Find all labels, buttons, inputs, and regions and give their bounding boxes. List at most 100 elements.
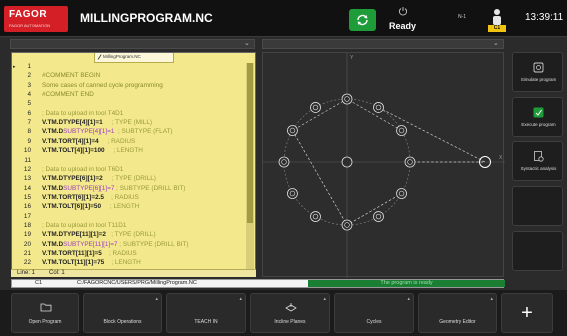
code-text: #COMMENT END (42, 91, 94, 99)
code-segment: ; LENGTH (101, 203, 140, 211)
refresh-icon (357, 14, 368, 26)
softkey-label: Cycles (366, 319, 382, 325)
softkey-more[interactable]: + (501, 293, 553, 333)
approach-path (378, 107, 486, 163)
sidekey-empty2[interactable] (512, 231, 563, 271)
toolpath-canvas: X Y (263, 53, 505, 278)
code-segment: #COMMENT BEGIN (42, 72, 101, 80)
code-segment: V.TM.TORT[11][1]=5 (42, 250, 102, 257)
drill-hole (396, 188, 407, 199)
sidekey-syntactic[interactable]: Syntactic analysis (512, 141, 563, 181)
softkey-teach-in[interactable]: TEACH IN ▴ (166, 293, 246, 333)
sidekey-empty1[interactable] (512, 186, 563, 226)
channel-n-label: N-1 (458, 14, 467, 20)
plane-icon (285, 303, 297, 312)
drill-hole (287, 188, 298, 199)
code-segment: V.TM.TORT[4][1]=4 (42, 137, 99, 145)
line-number: 11 (24, 156, 31, 164)
line-indicator: Line: 1 (17, 270, 36, 276)
line-number: 17 (23, 212, 31, 220)
col-indicator: Col: 1 (49, 270, 65, 276)
clock: 13:39:11 (525, 12, 564, 23)
code-text: V.TM.DSUBTYPE[6][1]=7 ; SUBTYPE (DRILL B… (42, 185, 185, 193)
cycle-start-button[interactable] (349, 9, 376, 31)
code-segment: ; TYPE (DRILL) (102, 175, 156, 183)
code-text: V.TM.DTYPE[6][1]=2 ; TYPE (DRILL) (42, 175, 156, 183)
softkey-label: Incline Planes (274, 319, 306, 325)
code-text: ; Data to upload in tool T6D1 (42, 166, 123, 174)
code-text: ; Data to upload in tool T4D1 (42, 110, 123, 118)
softkey-geometry-editor[interactable]: Geometry Editor ▴ (418, 293, 497, 333)
syntax-icon (534, 151, 544, 162)
line-number: 3 (27, 81, 31, 89)
path-bar: C1 C:/FAGORCNC/USERS/PRG/MillingProgram.… (11, 279, 505, 288)
editor-view-select[interactable]: ⌄ (10, 39, 255, 49)
editor-scroll-thumb[interactable] (247, 63, 253, 223)
code-text: V.TM.DTYPE[4][1]=1 ; TYPE (MILL) (42, 119, 152, 127)
drill-hole (278, 156, 290, 168)
code-segment: V.TM.D (42, 240, 64, 248)
submenu-arrow-icon: ▴ (323, 296, 326, 302)
code-segment: ; LENGTH (104, 147, 143, 155)
drill-hole (404, 156, 416, 168)
softkey-label: TEACH IN (194, 319, 218, 325)
submenu-arrow-icon: ▴ (490, 296, 493, 302)
code-segment: ; RADIUS (101, 250, 137, 257)
softkey-block-operations[interactable]: Block Operations ▴ (83, 293, 162, 333)
line-number: 22 (23, 259, 31, 267)
editor-status-bar: Line: 1 Col: 1 (11, 269, 256, 277)
code-text: V.TM.DTYPE[11][1]=2 ; TYPE (DRILL) (42, 231, 156, 239)
drill-hole (341, 93, 353, 105)
code-segment: V.TM.D (42, 128, 64, 136)
line-number: 7 (27, 119, 31, 127)
code-segment: SUBTYPE[4][1]=1 (63, 128, 115, 136)
code-text: V.TM.TOLT[11][1]=75 ; LENGTH (42, 259, 141, 267)
sidekey-simulate[interactable]: Simulate program (512, 52, 563, 92)
file-path: C:/FAGORCNC/USERS/PRG/MillingProgram.NC (77, 280, 197, 286)
sidekey-label: Execute program (521, 122, 556, 127)
sidekey-execute[interactable]: Execute program (512, 97, 563, 137)
sidekey-label: Simulate program (520, 77, 557, 82)
editor-tab-label: MillingProgram.NC (103, 54, 141, 59)
code-text: V.TM.DSUBTYPE[4][1]=1 ; SUBTYPE (FLAT) (42, 128, 173, 136)
code-segment: V.TM.DTYPE[11][1]=2 (42, 231, 106, 239)
code-segment: V.TM.TOLT[6][1]=50 (42, 203, 102, 211)
code-segment: V.TM.TORT[6][1]=2.5 (42, 193, 104, 201)
logo-text: FAGOR (9, 9, 48, 20)
editor-file-tab[interactable]: MillingProgram.NC (94, 53, 174, 63)
graphic-view-select[interactable]: ⌄ (262, 39, 504, 49)
code-segment: V.TM.TOLT[4][1]=100 (42, 147, 105, 155)
line-number: 4 (27, 91, 31, 99)
softkey-incline-planes[interactable]: Incline Planes ▴ (250, 293, 330, 333)
line-number: 6 (27, 109, 31, 117)
code-segment: ; TYPE (MILL) (102, 119, 153, 127)
center-hole (341, 156, 353, 168)
softkey-open-program[interactable]: Open Program (11, 293, 79, 333)
drill-hole (373, 102, 384, 113)
line-number: 10 (23, 147, 31, 155)
pencil-icon (97, 54, 102, 60)
code-segment: ; Data to upload in tool T6D1 (42, 165, 124, 173)
line-number: 5 (27, 100, 31, 108)
power-icon (398, 7, 408, 16)
code-segment: ; SUBTYPE (DRILL BIT) (114, 184, 186, 192)
code-segment: ; RADIUS (98, 137, 136, 145)
code-text: V.TM.TORT[6][1]=2.5 ; RADIUS (42, 194, 139, 202)
simulate-icon (533, 62, 544, 73)
chevron-down-icon: ⌄ (493, 40, 499, 47)
code-segment: ; SUBTYPE (FLAT) (114, 128, 173, 136)
status-label: Ready (389, 21, 417, 31)
code-segment: Some cases of canned cycle programming (42, 81, 163, 89)
code-segment: V.TM.D (42, 184, 64, 192)
code-segment: SUBTYPE[11][1]=7 (63, 240, 118, 248)
drill-hole (341, 219, 353, 231)
channel-badge[interactable]: C1 (488, 25, 506, 32)
toolpath-graphic[interactable]: X Y (262, 52, 505, 278)
line-number: 19 (23, 231, 31, 239)
line-number: 15 (23, 193, 31, 201)
path-channel: C1 (35, 280, 43, 286)
chevron-down-icon: ⌄ (244, 40, 250, 47)
editor-code-area[interactable]: 1 2 #COMMENT BEGIN 3 Some cases of canned cy… (11, 63, 246, 269)
softkey-cycles[interactable]: Cycles ▴ (334, 293, 414, 333)
softkey-label: Geometry Editor (439, 319, 476, 325)
